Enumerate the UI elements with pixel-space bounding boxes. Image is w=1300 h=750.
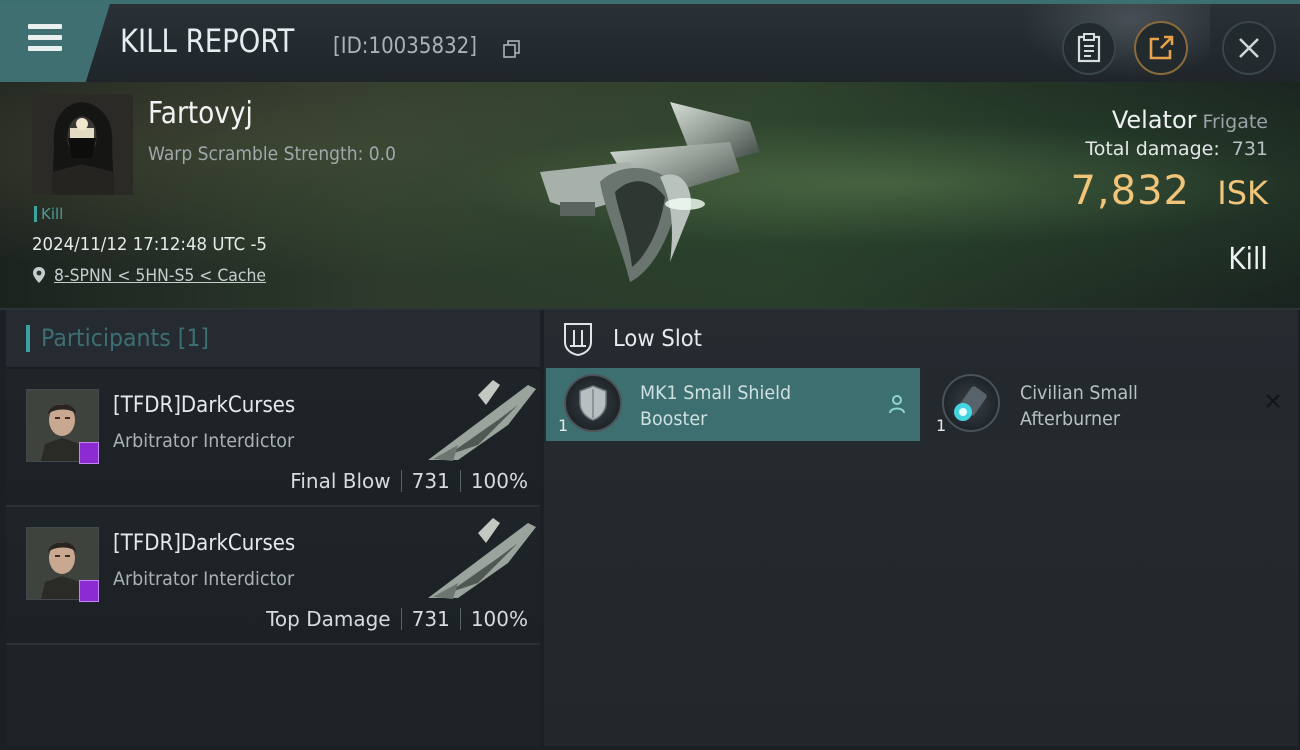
hamburger-icon: [28, 24, 62, 52]
isk-unit: ISK: [1217, 174, 1268, 212]
participant-damage: 731: [411, 607, 450, 631]
victim-name[interactable]: Fartovyj: [148, 96, 253, 131]
low-slot-icon: [564, 323, 592, 356]
participant-percent: 100%: [470, 469, 528, 493]
share-button[interactable]: [1134, 21, 1188, 75]
kill-result: Kill: [1228, 242, 1268, 277]
kill-location[interactable]: 8-SPNN < 5HN-S5 < Cache: [32, 266, 284, 286]
module-quantity: 1: [558, 416, 569, 435]
close-button[interactable]: [1222, 21, 1276, 75]
module-afterburner[interactable]: 1 Civilian Small Afterburner: [924, 368, 1296, 441]
copy-icon[interactable]: [503, 40, 521, 58]
header-accent-bar: [26, 325, 30, 352]
victim-ship-image: [540, 102, 760, 282]
victim-ship-info: Velator Frigate: [1112, 106, 1268, 134]
participant-row[interactable]: [TFDR]DarkCurses Arbitrator Interdictor …: [6, 507, 540, 645]
kill-datetime: 2024/11/12 17:12:48 UTC -5: [32, 234, 267, 255]
participant-stats: Top Damage 731 100%: [266, 607, 528, 631]
page-title: KILL REPORT: [120, 22, 295, 60]
menu-button[interactable]: [0, 4, 110, 82]
module-name: Civilian Small Afterburner: [1020, 382, 1138, 430]
stat-divider: [459, 470, 461, 492]
participant-name[interactable]: [TFDR]DarkCurses: [113, 393, 295, 418]
participant-ship: Arbitrator Interdictor: [113, 430, 295, 452]
participant-role: Final Blow: [290, 469, 391, 493]
module-quantity: 1: [936, 416, 947, 435]
close-icon: [1239, 38, 1259, 58]
participants-panel: Participants [1] [TFDR]DarkCurses Arbitr…: [6, 310, 540, 746]
participants-header: Participants [1]: [6, 310, 540, 369]
module-name: MK1 Small Shield Booster: [640, 382, 792, 430]
low-slot-header: Low Slot: [544, 310, 1298, 368]
share-icon: [1149, 35, 1174, 60]
low-slot-title: Low Slot: [613, 326, 702, 352]
isk-value: 7,832: [1070, 168, 1190, 214]
total-damage-value: 731: [1231, 138, 1268, 160]
total-damage-label: Total damage:: [1085, 138, 1220, 160]
participant-percent: 100%: [470, 607, 528, 631]
participant-name[interactable]: [TFDR]DarkCurses: [113, 531, 295, 556]
victim-ship-name[interactable]: Velator: [1112, 106, 1197, 134]
participant-row[interactable]: [TFDR]DarkCurses Arbitrator Interdictor …: [6, 369, 540, 507]
participants-title: Participants [1]: [41, 324, 210, 352]
participant-stats: Final Blow 731 100%: [290, 469, 528, 493]
stat-divider: [400, 470, 402, 492]
participant-role: Top Damage: [266, 607, 391, 631]
location-pin-icon: [33, 267, 45, 283]
location-link[interactable]: 8-SPNN < 5HN-S5 < Cache: [54, 266, 266, 286]
participant-ship: Arbitrator Interdictor: [113, 568, 295, 590]
top-bar: KILL REPORT [ID:10035832]: [0, 0, 1300, 84]
kill-tag: Kill: [34, 206, 63, 222]
clipboard-button[interactable]: [1062, 21, 1116, 75]
stat-divider: [459, 608, 461, 630]
victim-banner: Fartovyj Warp Scramble Strength: 0.0 Kil…: [0, 82, 1300, 310]
stat-divider: [400, 608, 402, 630]
low-slot-panel: Low Slot 1 MK1 Small Shield Booster 1 Ci…: [544, 310, 1298, 746]
shield-booster-icon: [564, 374, 622, 432]
module-shield-booster[interactable]: 1 MK1 Small Shield Booster: [546, 368, 920, 441]
person-icon[interactable]: [888, 394, 906, 414]
victim-portrait[interactable]: [32, 94, 133, 195]
clipboard-icon: [1077, 33, 1101, 63]
faction-badge-icon: [79, 580, 99, 602]
participant-damage: 731: [411, 469, 450, 493]
total-damage: Total damage: 731: [1085, 138, 1268, 160]
afterburner-icon: [942, 374, 1000, 432]
warp-scramble-strength: Warp Scramble Strength: 0.0: [148, 143, 396, 165]
report-id: [ID:10035832]: [333, 34, 477, 59]
participant-ship-image: [428, 518, 536, 599]
victim-ship-class: Frigate: [1202, 111, 1268, 133]
close-icon[interactable]: [1264, 392, 1282, 410]
faction-badge-icon: [79, 442, 99, 464]
participant-ship-image: [428, 380, 536, 461]
